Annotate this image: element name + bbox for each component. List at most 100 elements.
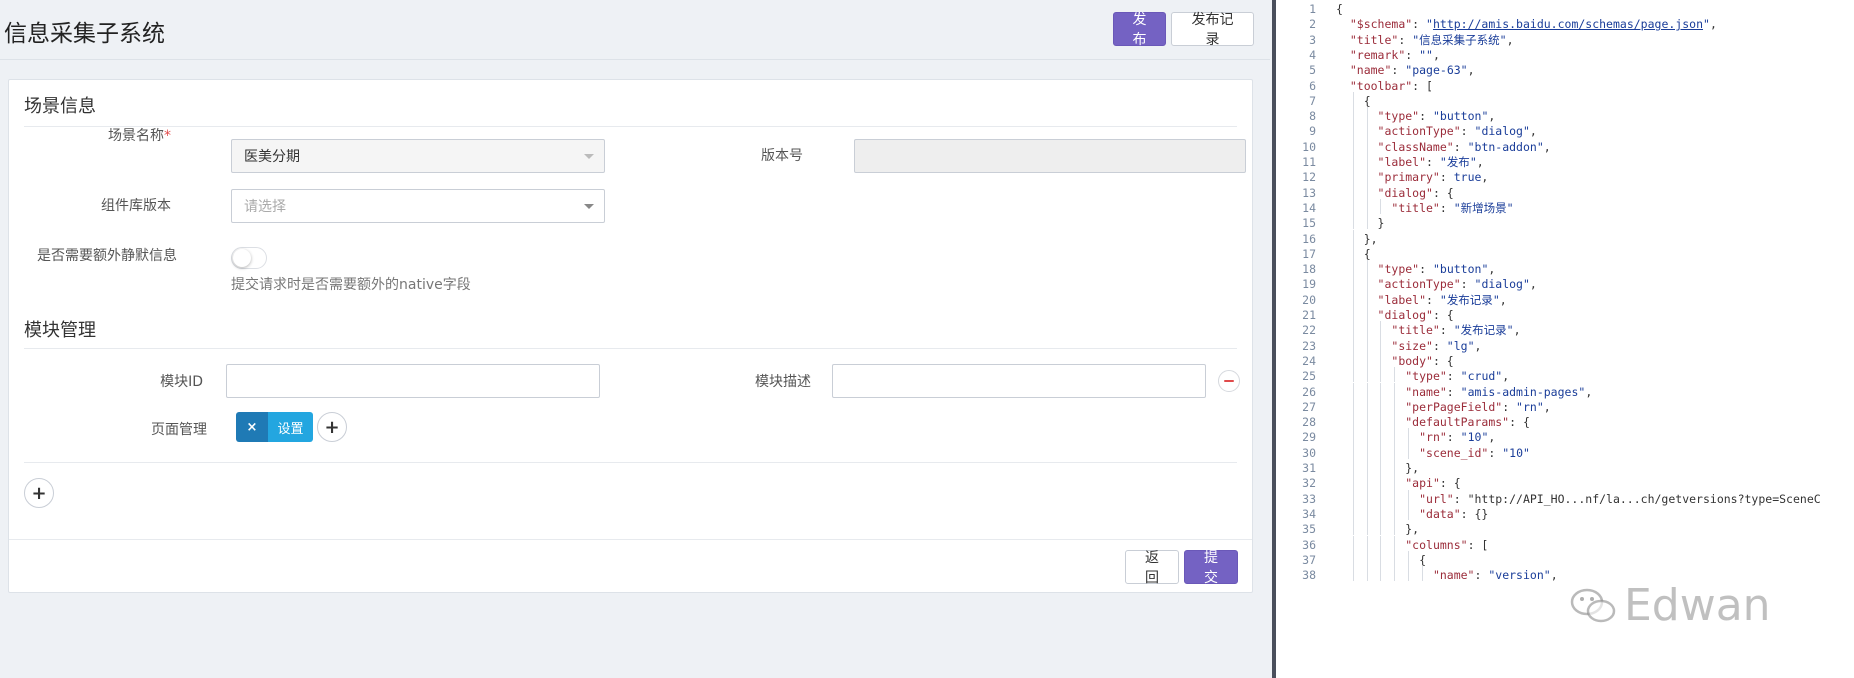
line-number: 38 <box>1302 568 1316 583</box>
indent-guide <box>1352 137 1354 153</box>
page-manage-label: 页面管理 <box>151 422 207 438</box>
silent-info-help: 提交请求时是否需要额外的native字段 <box>231 277 471 293</box>
indent-guide <box>1352 107 1354 123</box>
indent-guide <box>1352 489 1354 505</box>
indent-guide <box>1408 489 1409 505</box>
indent-guide <box>1366 214 1368 230</box>
switch-knob <box>233 249 251 267</box>
version-input[interactable] <box>854 139 1246 173</box>
required-mark: * <box>164 128 171 144</box>
indent-guide <box>1408 504 1409 521</box>
indent-guide <box>1366 397 1368 414</box>
indent-guide <box>1366 290 1368 306</box>
indent-guide <box>1380 566 1382 582</box>
indent-guide <box>1380 550 1382 567</box>
submit-button[interactable]: 提交 <box>1184 550 1238 586</box>
indent-guide <box>1366 168 1368 184</box>
indent-guide <box>1352 397 1354 414</box>
indent-guide <box>1394 489 1396 505</box>
chevron-down-icon <box>584 204 594 209</box>
indent-guide <box>1380 367 1382 383</box>
indent-guide <box>1352 198 1354 215</box>
add-module-button[interactable]: + <box>24 478 54 508</box>
indent-guide <box>1352 168 1354 184</box>
page-title: 信息采集子系统 <box>4 21 165 47</box>
indent-guide <box>1366 382 1368 398</box>
chevron-down-icon <box>584 154 594 159</box>
close-icon[interactable]: × <box>236 412 268 442</box>
indent-guide <box>1380 504 1382 521</box>
indent-guide <box>1366 428 1368 444</box>
indent-guide <box>1380 397 1382 414</box>
indent-guide <box>1380 351 1382 368</box>
indent-guide <box>1352 214 1354 230</box>
app-pane: 信息采集子系统 发布 发布记录 场景信息 场景名称* 医美分期 版本号 组件库版… <box>0 0 1270 678</box>
indent-guide <box>1366 260 1368 276</box>
indent-guide <box>1352 153 1354 169</box>
indent-guide <box>1366 443 1368 459</box>
code-line: "name": "version", <box>1432 568 1558 583</box>
indent-guide <box>1380 520 1382 536</box>
lib-version-select[interactable]: 请选择 <box>231 189 605 223</box>
silent-info-switch[interactable] <box>231 247 267 269</box>
indent-guide <box>1380 413 1382 429</box>
indent-guide <box>1408 428 1409 444</box>
page-tag: × 设置 <box>236 412 313 442</box>
plus-icon: + <box>31 482 47 504</box>
indent-guide <box>1394 428 1396 444</box>
publish-button[interactable]: 发布 <box>1113 12 1166 48</box>
indent-guide <box>1352 535 1354 551</box>
indent-guide <box>1380 489 1382 505</box>
indent-guide <box>1366 183 1368 199</box>
indent-guide <box>1352 91 1354 108</box>
indent-guide <box>1352 244 1354 261</box>
page-tag-label[interactable]: 设置 <box>268 412 313 442</box>
indent-guide <box>1366 459 1368 475</box>
indent-guide <box>1366 367 1368 383</box>
back-button[interactable]: 返回 <box>1125 550 1179 586</box>
module-id-input[interactable] <box>226 364 600 398</box>
indent-guide <box>1352 321 1354 337</box>
indent-guide <box>1366 336 1368 352</box>
module-id-label: 模块ID <box>160 374 203 390</box>
indent-guide <box>1366 351 1368 368</box>
indent-guide <box>1352 520 1354 536</box>
indent-guide <box>1394 413 1396 429</box>
indent-guide <box>1352 550 1354 567</box>
add-page-button[interactable]: + <box>317 412 347 442</box>
version-label: 版本号 <box>761 148 803 164</box>
indent-guide <box>1421 566 1423 582</box>
scene-name-label-text: 场景名称 <box>108 128 164 144</box>
indent-guide <box>1394 443 1396 459</box>
indent-guide <box>1394 367 1396 383</box>
indent-guide <box>1352 183 1354 199</box>
indent-guide <box>1394 566 1396 582</box>
indent-guide <box>1394 474 1396 490</box>
indent-guide <box>1380 474 1382 490</box>
indent-guide <box>1352 428 1354 444</box>
remove-module-button[interactable] <box>1218 370 1240 392</box>
indent-guide <box>1352 290 1354 306</box>
indent-guide <box>1380 321 1382 337</box>
module-section-title: 模块管理 <box>24 320 96 341</box>
indent-guide <box>1352 367 1354 383</box>
indent-guide <box>1366 520 1368 536</box>
indent-guide <box>1366 321 1368 337</box>
indent-guide <box>1394 382 1396 398</box>
indent-guide <box>1366 153 1368 169</box>
json-code-editor[interactable]: 1 2 3 4 5 6 7 8 9 10 11 12 13 14 15 16 17 18 19 20 21 22 23 24 2… <box>1276 0 1854 678</box>
indent-guide <box>1366 306 1368 322</box>
indent-guide <box>1352 382 1354 398</box>
indent-guide <box>1394 504 1396 521</box>
scene-name-select[interactable]: 医美分期 <box>231 139 605 173</box>
section-divider <box>24 462 1237 463</box>
scene-section-title: 场景信息 <box>24 96 96 117</box>
indent-guide <box>1380 382 1382 398</box>
module-desc-input[interactable] <box>832 364 1206 398</box>
indent-guide <box>1380 535 1382 551</box>
indent-guide <box>1394 550 1396 567</box>
indent-guide <box>1366 504 1368 521</box>
publish-history-button[interactable]: 发布记录 <box>1171 12 1254 48</box>
indent-guide <box>1352 336 1354 352</box>
indent-guide <box>1380 198 1382 215</box>
